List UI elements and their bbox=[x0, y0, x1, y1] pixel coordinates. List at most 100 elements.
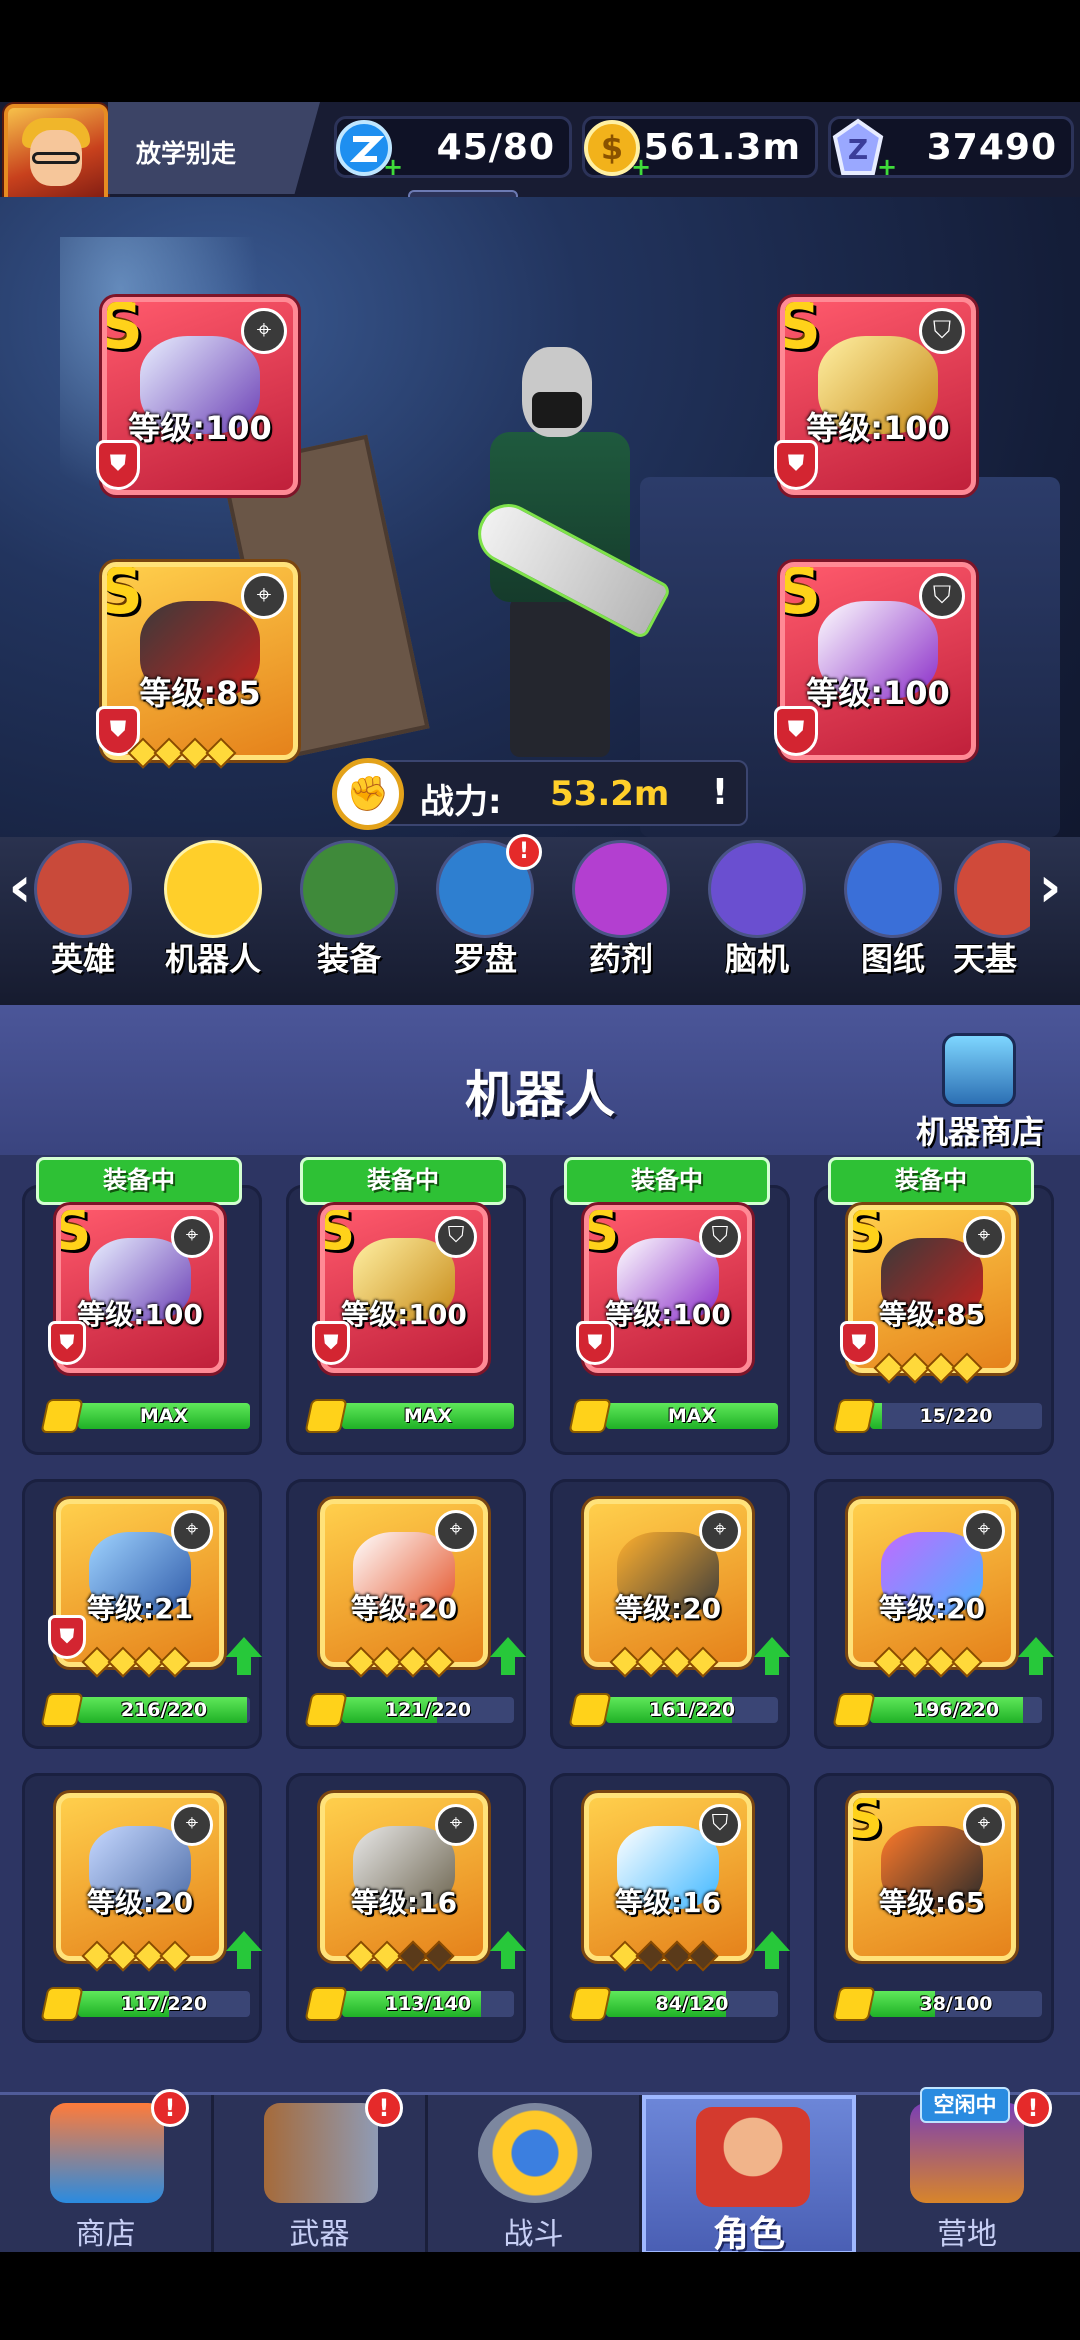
robot-slot[interactable]: 装备中S⌖等级:100⛊MAX bbox=[22, 1157, 262, 1455]
robot-slot[interactable]: ⌖ 等级:20 196/220 bbox=[814, 1479, 1054, 1749]
robot-level: 等级:65 bbox=[878, 1886, 986, 1920]
battle-icon bbox=[478, 2103, 592, 2203]
menu-label: 图纸 bbox=[860, 940, 925, 978]
robot-level: 等级:20 bbox=[350, 1592, 458, 1626]
shield-type-icon: ⛉ bbox=[919, 573, 965, 619]
energy-value: 45/80 bbox=[436, 127, 555, 168]
nav-battle[interactable]: 战斗 bbox=[428, 2095, 642, 2255]
hero-legs bbox=[510, 597, 610, 757]
fist-icon: ✊ bbox=[332, 758, 404, 830]
robot-slot[interactable]: 装备中S⛉等级:100⛊MAX bbox=[286, 1157, 526, 1455]
star-rating bbox=[345, 1646, 455, 1678]
robot-shop-label: 机器商店 bbox=[915, 1113, 1044, 1151]
hero-character[interactable] bbox=[440, 337, 680, 757]
hero-icon bbox=[34, 840, 132, 938]
progress-text: 113/140 bbox=[384, 1993, 472, 2015]
star-rating bbox=[127, 737, 237, 769]
nav-shop[interactable]: ! 商店 bbox=[0, 2089, 214, 2255]
notification-badge: ! bbox=[1014, 2089, 1052, 2127]
menu-item-compass[interactable]: ! 罗盘 bbox=[422, 834, 548, 986]
nav-weapons[interactable]: ! 武器 bbox=[214, 2089, 428, 2255]
equipped-badge: 装备中 bbox=[564, 1157, 770, 1216]
character-icon bbox=[696, 2107, 810, 2207]
robot-slot[interactable]: ⛉ 等级:16 84/120 bbox=[550, 1773, 790, 2043]
player-avatar[interactable] bbox=[4, 104, 108, 208]
shop-icon bbox=[50, 2103, 164, 2203]
target-icon: ⌖ bbox=[699, 1510, 741, 1552]
upgrade-arrow-icon[interactable] bbox=[226, 1637, 262, 1675]
nav-label: 角色 bbox=[712, 2214, 785, 2255]
blueprint-icon bbox=[844, 840, 942, 938]
shard-progress: MAX bbox=[304, 1399, 522, 1433]
system-bar bbox=[0, 2252, 1080, 2340]
menu-item-potion[interactable]: 药剂 bbox=[558, 836, 684, 986]
robot-slot[interactable]: ⌖ 等级:21 ⛊ 216/220 bbox=[22, 1479, 262, 1749]
robot-slot[interactable]: 装备中S⌖等级:85⛊15/220 bbox=[814, 1157, 1054, 1455]
robot-slot[interactable]: ⌖ 等级:20 117/220 bbox=[22, 1773, 262, 2043]
menu-item-robot[interactable]: 机器人 bbox=[150, 836, 276, 986]
menu-label: 天基 bbox=[952, 940, 1017, 978]
menu-item-blueprint[interactable]: 图纸 bbox=[830, 836, 956, 986]
robot-slot[interactable]: 装备中S⛉等级:100⛊MAX bbox=[550, 1157, 790, 1455]
shard-progress: 15/220 bbox=[832, 1399, 1050, 1433]
target-icon: ⌖ bbox=[171, 1804, 213, 1846]
gold-value: 561.3m bbox=[643, 127, 801, 168]
power-info-button[interactable]: ! bbox=[706, 772, 734, 816]
gem-counter[interactable]: Z + 37490 bbox=[828, 116, 1074, 181]
robot-slot[interactable]: ⌖ 等级:20 121/220 bbox=[286, 1479, 526, 1749]
robot-slot[interactable]: S ⌖ 等级:65 38/100 bbox=[814, 1773, 1054, 2043]
target-icon: ⌖ bbox=[435, 1804, 477, 1846]
robot-card[interactable]: ⌖ 等级:20 bbox=[848, 1499, 1016, 1667]
menu-item-space-base[interactable]: 天基 bbox=[940, 836, 1030, 986]
menu-item-equipment[interactable]: 装备 bbox=[286, 836, 412, 986]
robot-card[interactable]: ⌖ 等级:16 bbox=[320, 1793, 488, 1961]
shield-type-icon: ⛉ bbox=[435, 1216, 477, 1258]
power-label: 战力: bbox=[420, 782, 502, 822]
robot-card[interactable]: ⌖ 等级:20 bbox=[584, 1499, 752, 1667]
idle-tag: 空闲中 bbox=[920, 2087, 1010, 2123]
upgrade-arrow-icon[interactable] bbox=[226, 1931, 262, 1969]
star-rating bbox=[609, 1646, 719, 1678]
star-rating bbox=[345, 1940, 455, 1972]
upgrade-arrow-icon[interactable] bbox=[754, 1931, 790, 1969]
robot-card[interactable]: S ⌖ 等级:65 bbox=[848, 1793, 1016, 1961]
target-icon: ⌖ bbox=[435, 1510, 477, 1552]
progress-text: 15/220 bbox=[919, 1405, 993, 1427]
energy-add-icon[interactable]: + bbox=[383, 153, 403, 181]
brain-machine-icon bbox=[708, 840, 806, 938]
player-name: 放学别走 bbox=[136, 139, 237, 168]
gold-counter[interactable]: $ + 561.3m bbox=[582, 116, 818, 181]
robot-shop-button[interactable]: 机器商店 bbox=[880, 1033, 1080, 1153]
shard-progress: MAX bbox=[568, 1399, 786, 1433]
upgrade-arrow-icon[interactable] bbox=[754, 1637, 790, 1675]
upgrade-arrow-icon[interactable] bbox=[490, 1637, 526, 1675]
robot-card[interactable]: ⛉ 等级:16 bbox=[584, 1793, 752, 1961]
robot-card[interactable]: ⌖ 等级:20 bbox=[56, 1793, 224, 1961]
robot-slot[interactable]: ⌖ 等级:20 161/220 bbox=[550, 1479, 790, 1749]
notification-badge: ! bbox=[506, 834, 542, 870]
star-filled-icon bbox=[951, 1352, 983, 1384]
gem-add-icon[interactable]: + bbox=[877, 153, 897, 181]
target-icon: ⌖ bbox=[241, 573, 287, 619]
nav-character[interactable]: 角色 bbox=[642, 2095, 856, 2255]
shard-progress: 196/220 bbox=[832, 1693, 1050, 1727]
game-screen: { "player": {"name": "放学别走"}, "resources… bbox=[0, 0, 1080, 2340]
shield-icon: ⛊ bbox=[312, 1321, 350, 1365]
nav-label: 营地 bbox=[937, 2217, 997, 2252]
robot-slot[interactable]: ⌖ 等级:16 113/140 bbox=[286, 1773, 526, 2043]
robot-card[interactable]: ⌖ 等级:20 bbox=[320, 1499, 488, 1667]
progress-text: 161/220 bbox=[648, 1699, 736, 1721]
nav-camp[interactable]: 空闲中 ! 营地 bbox=[860, 2087, 1074, 2255]
shard-progress: 216/220 bbox=[40, 1693, 258, 1727]
menu-item-brain-machine[interactable]: 脑机 bbox=[694, 836, 820, 986]
shard-progress: 117/220 bbox=[40, 1987, 258, 2021]
upgrade-arrow-icon[interactable] bbox=[1018, 1637, 1054, 1675]
menu-scroll-right-icon[interactable]: › bbox=[1030, 860, 1070, 920]
shield-icon: ⛊ bbox=[840, 1321, 878, 1365]
shield-icon: ⛊ bbox=[96, 440, 140, 490]
power-value: 53.2m bbox=[550, 774, 670, 814]
progress-text: MAX bbox=[403, 1405, 453, 1427]
upgrade-arrow-icon[interactable] bbox=[490, 1931, 526, 1969]
energy-counter[interactable]: + 45/80 bbox=[334, 116, 572, 181]
menu-item-hero[interactable]: 英雄 bbox=[20, 836, 146, 986]
